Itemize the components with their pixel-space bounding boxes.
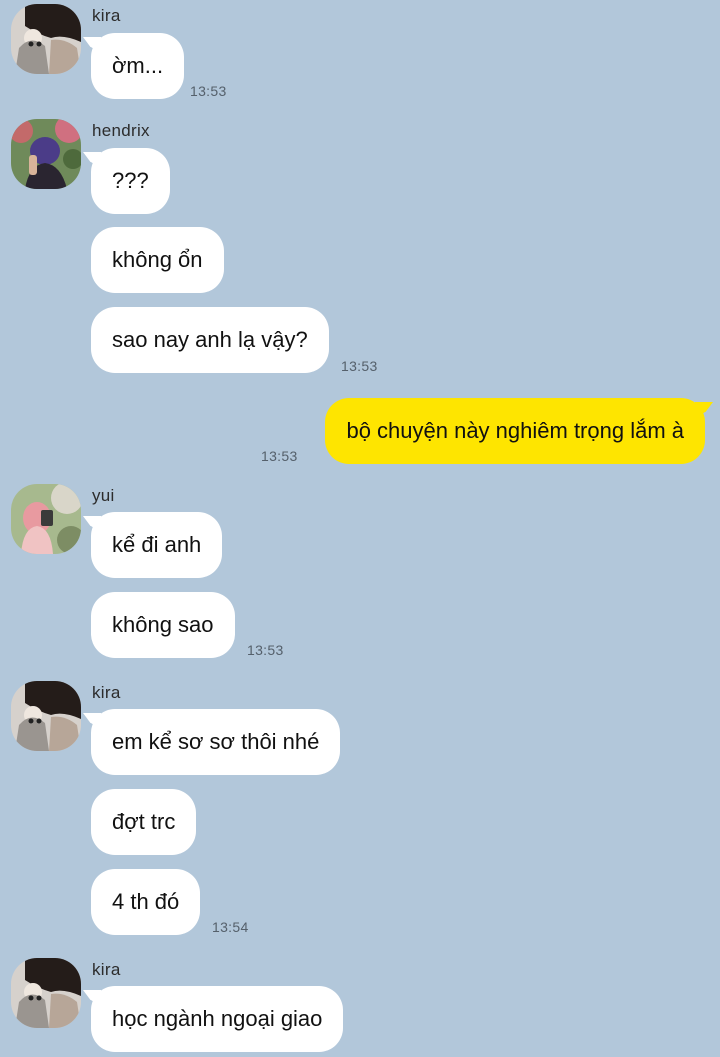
kira-avatar-icon[interactable] <box>11 958 81 1028</box>
chat-room[interactable]: kira ờm... 13:53 hendrix ??? không ổn sa… <box>0 0 720 1057</box>
sender-name: kira <box>92 960 121 979</box>
kira-avatar-icon[interactable] <box>11 681 81 751</box>
message-bubble[interactable]: sao nay anh lạ vậy? <box>91 307 329 373</box>
hendrix-avatar-icon[interactable] <box>11 119 81 189</box>
message-bubble[interactable]: học ngành ngoại giao <box>91 986 344 1052</box>
message-timestamp: 13:53 <box>261 448 298 464</box>
message-bubble[interactable]: 4 th đó <box>91 869 201 935</box>
message-timestamp: 13:54 <box>212 919 249 935</box>
yui-avatar-icon[interactable] <box>11 484 81 554</box>
sender-name: yui <box>92 486 115 505</box>
message-timestamp: 13:53 <box>247 642 284 658</box>
message-bubble[interactable]: ??? <box>91 148 170 214</box>
kira-avatar-icon[interactable] <box>11 4 81 74</box>
message-bubble[interactable]: không ổn <box>91 227 224 293</box>
message-bubble[interactable]: không sao <box>91 592 235 658</box>
message-bubble[interactable]: đợt trc <box>91 789 197 855</box>
message-timestamp: 13:53 <box>341 358 378 374</box>
message-timestamp: 13:53 <box>190 83 227 99</box>
sender-name: kira <box>92 6 121 25</box>
message-bubble[interactable]: ờm... <box>91 33 185 99</box>
message-bubble[interactable]: kể đi anh <box>91 512 223 578</box>
message-bubble[interactable]: em kể sơ sơ thôi nhé <box>91 709 341 775</box>
my-message-bubble[interactable]: bộ chuyện này nghiêm trọng lắm à <box>325 398 705 464</box>
sender-name: hendrix <box>92 121 150 140</box>
sender-name: kira <box>92 683 121 702</box>
